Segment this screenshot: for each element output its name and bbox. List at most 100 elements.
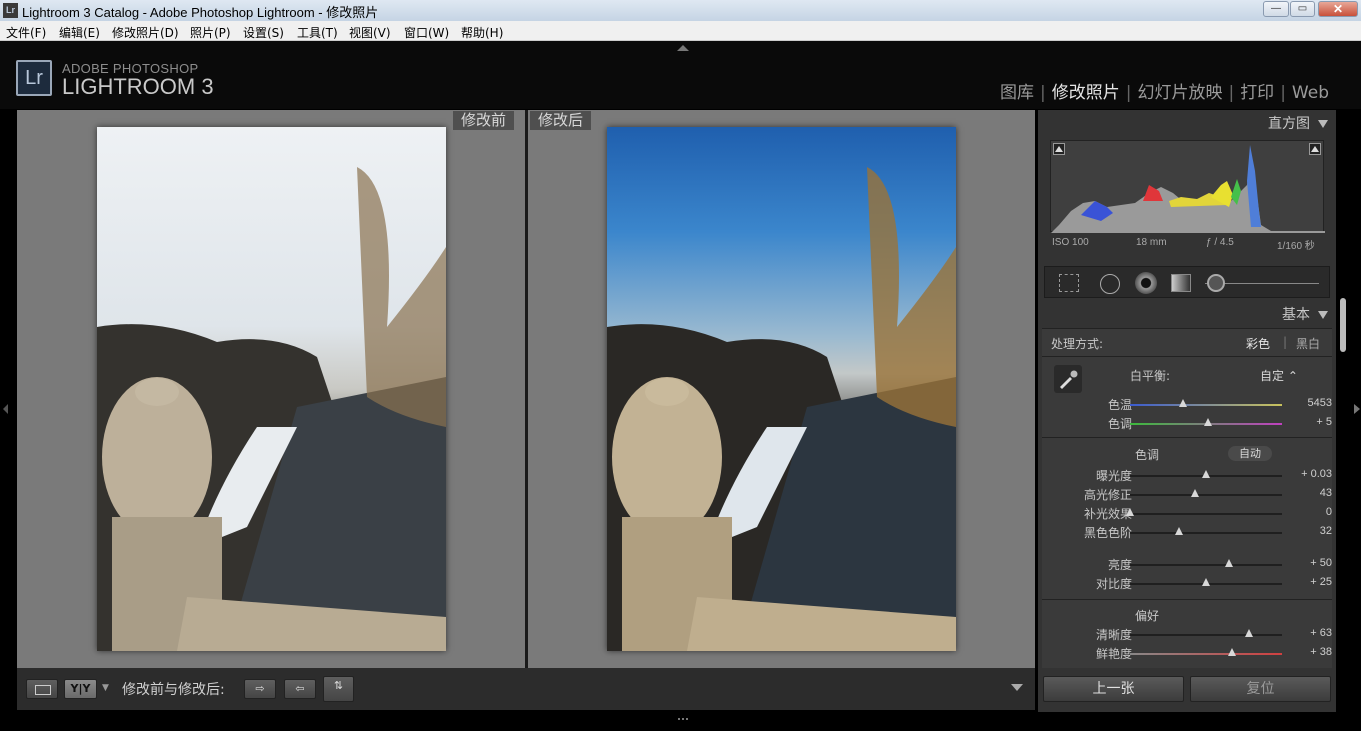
clarity-thumb[interactable] xyxy=(1244,629,1253,637)
slider-temp[interactable]: 色温 5453 xyxy=(1042,395,1332,413)
fill-light-track[interactable] xyxy=(1130,513,1282,515)
minimize-button[interactable]: — xyxy=(1263,1,1289,17)
histogram-panel-header[interactable]: 直方图 xyxy=(1268,113,1328,133)
tint-thumb[interactable] xyxy=(1203,418,1212,426)
temp-thumb[interactable] xyxy=(1179,399,1188,407)
menu-help[interactable]: 帮助(H) xyxy=(461,24,503,41)
brightness-thumb[interactable] xyxy=(1224,559,1233,567)
lightroom-logo: Lr xyxy=(16,60,52,96)
section-divider xyxy=(1042,437,1332,438)
before-after-view-button[interactable]: Y|Y xyxy=(64,679,97,699)
blacks-thumb[interactable] xyxy=(1174,527,1183,535)
window-title-bar[interactable]: Lr Lightroom 3 Catalog - Adobe Photoshop… xyxy=(0,0,1361,21)
exposure-value[interactable]: + 0.03 xyxy=(1301,468,1332,480)
menu-window[interactable]: 窗口(W) xyxy=(404,24,449,41)
highlight-clipping-icon[interactable] xyxy=(1309,143,1321,155)
exif-shutter: 1/160 秒 xyxy=(1277,241,1315,252)
blacks-track[interactable] xyxy=(1130,532,1282,534)
copy-after-to-before-button[interactable]: ⇦ xyxy=(284,679,316,699)
vibrance-thumb[interactable] xyxy=(1227,648,1236,656)
menu-settings[interactable]: 设置(S) xyxy=(243,24,284,41)
chevron-down-icon[interactable]: ▼ xyxy=(102,683,109,693)
fill-light-value[interactable]: 0 xyxy=(1326,506,1332,518)
recovery-track[interactable] xyxy=(1130,494,1282,496)
collapse-bottom-panel-icon[interactable] xyxy=(678,714,688,720)
previous-settings-button[interactable]: 上一张 xyxy=(1043,676,1184,702)
treatment-color-option[interactable]: 彩色 xyxy=(1246,335,1270,352)
module-print[interactable]: 打印 xyxy=(1240,83,1274,103)
slider-brightness[interactable]: 亮度 + 50 xyxy=(1042,555,1332,573)
temp-track[interactable] xyxy=(1130,404,1282,406)
loupe-view-button[interactable] xyxy=(26,679,58,699)
module-library[interactable]: 图库 xyxy=(1000,83,1034,103)
copy-before-to-after-button[interactable]: ⇨ xyxy=(244,679,276,699)
slider-tint[interactable]: 色调 + 5 xyxy=(1042,414,1332,432)
slider-fill-light[interactable]: 补光效果 0 xyxy=(1042,504,1332,522)
histogram[interactable] xyxy=(1050,140,1325,233)
module-develop[interactable]: 修改照片 xyxy=(1052,83,1120,103)
crop-overlay-icon[interactable] xyxy=(1059,274,1079,292)
menu-view[interactable]: 视图(V) xyxy=(349,24,391,41)
menu-photo[interactable]: 照片(P) xyxy=(190,24,231,41)
brightness-track[interactable] xyxy=(1130,564,1282,566)
slider-contrast[interactable]: 对比度 + 25 xyxy=(1042,574,1332,592)
menu-develop[interactable]: 修改照片(D) xyxy=(112,24,179,41)
vibrance-value[interactable]: + 38 xyxy=(1310,646,1332,658)
photo-after[interactable] xyxy=(607,127,956,651)
slider-blacks[interactable]: 黑色色阶 32 xyxy=(1042,523,1332,541)
before-label: 修改前 xyxy=(453,111,515,130)
blacks-value[interactable]: 32 xyxy=(1320,525,1332,537)
contrast-value[interactable]: + 25 xyxy=(1310,576,1332,588)
tone-section-header: 色调 xyxy=(1042,446,1332,464)
brightness-value[interactable]: + 50 xyxy=(1310,557,1332,569)
vibrance-track[interactable] xyxy=(1130,653,1282,655)
spot-removal-icon[interactable] xyxy=(1100,274,1120,294)
expand-left-panel-icon[interactable] xyxy=(3,404,8,414)
white-balance-select[interactable]: 自定 ⌃ xyxy=(1260,367,1298,384)
window-title: Lightroom 3 Catalog - Adobe Photoshop Li… xyxy=(22,5,379,20)
maximize-button[interactable]: ▭ xyxy=(1290,1,1315,17)
swap-before-after-button[interactable]: ⇅ xyxy=(323,676,354,702)
temp-value[interactable]: 5453 xyxy=(1308,397,1332,409)
right-panel-scrollbar[interactable] xyxy=(1338,298,1348,668)
slider-clarity[interactable]: 清晰度 + 63 xyxy=(1042,625,1332,643)
clarity-value[interactable]: + 63 xyxy=(1310,627,1332,639)
white-balance-eyedropper-icon[interactable] xyxy=(1054,365,1082,393)
blacks-label: 黑色色阶 xyxy=(1083,526,1132,540)
reset-button[interactable]: 复位 xyxy=(1190,676,1331,702)
exif-info: ISO 100 18 mm ƒ / 4.5 1/160 秒 xyxy=(1050,237,1324,252)
clarity-track[interactable] xyxy=(1130,634,1282,636)
slider-exposure[interactable]: 曝光度 + 0.03 xyxy=(1042,466,1332,484)
menu-file[interactable]: 文件(F) xyxy=(6,24,46,41)
exposure-label: 曝光度 xyxy=(1095,469,1132,483)
menu-tools[interactable]: 工具(T) xyxy=(297,24,338,41)
graduated-filter-icon[interactable] xyxy=(1171,274,1191,292)
slider-vibrance[interactable]: 鲜艳度 + 38 xyxy=(1042,644,1332,662)
fill-light-thumb[interactable] xyxy=(1126,508,1134,516)
menu-bar: 文件(F) 编辑(E) 修改照片(D) 照片(P) 设置(S) 工具(T) 视图… xyxy=(0,21,1361,41)
recovery-label: 高光修正 xyxy=(1083,488,1132,502)
tone-auto-button[interactable]: 自动 xyxy=(1228,446,1272,461)
treatment-bw-option[interactable]: 黑白 xyxy=(1296,335,1320,352)
photo-before[interactable] xyxy=(97,127,446,651)
module-web[interactable]: Web xyxy=(1292,83,1329,103)
menu-edit[interactable]: 编辑(E) xyxy=(59,24,100,41)
adjustment-brush-icon[interactable] xyxy=(1207,274,1225,292)
shadow-clipping-icon[interactable] xyxy=(1053,143,1065,155)
toolbar-menu-icon[interactable] xyxy=(1011,684,1023,691)
tint-value[interactable]: + 5 xyxy=(1316,416,1332,428)
collapse-right-panel-icon[interactable] xyxy=(1354,404,1360,414)
contrast-thumb[interactable] xyxy=(1202,578,1210,586)
right-panel-scroll-thumb[interactable] xyxy=(1340,298,1346,352)
collapse-top-panel-icon[interactable] xyxy=(677,45,689,51)
basic-panel-header[interactable]: 基本 xyxy=(1282,304,1328,324)
recovery-value[interactable]: 43 xyxy=(1320,487,1332,499)
exposure-thumb[interactable] xyxy=(1202,470,1210,478)
red-eye-icon[interactable] xyxy=(1135,272,1157,294)
recovery-thumb[interactable] xyxy=(1191,489,1200,497)
before-after-viewer[interactable]: 修改前 修改后 xyxy=(17,110,1035,668)
module-slideshow[interactable]: 幻灯片放映 xyxy=(1137,83,1222,103)
close-button[interactable]: ✕ xyxy=(1318,1,1358,17)
slider-recovery[interactable]: 高光修正 43 xyxy=(1042,485,1332,503)
module-separator: | xyxy=(1125,83,1132,103)
